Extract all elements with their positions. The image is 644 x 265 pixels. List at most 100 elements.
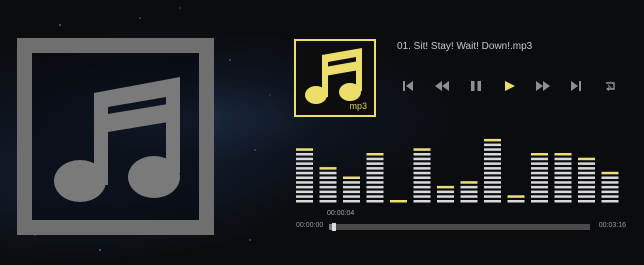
seek-track[interactable] <box>329 223 590 231</box>
eq-segment <box>484 195 501 198</box>
eq-segment <box>413 171 431 175</box>
eq-segment <box>554 190 572 194</box>
eq-segment <box>343 185 360 189</box>
eq-segment <box>296 181 313 184</box>
eq-segment <box>531 167 548 170</box>
eq-segment <box>319 195 337 198</box>
eq-segment <box>601 181 619 184</box>
eq-segment <box>578 185 595 189</box>
eq-segment <box>366 176 384 179</box>
eq-segment <box>319 176 337 179</box>
eq-segment <box>554 176 572 179</box>
eq-segment <box>460 195 478 198</box>
current-time-tooltip: 00:00:04 <box>327 210 355 217</box>
eq-segment <box>413 190 431 194</box>
eq-segment <box>319 200 337 203</box>
eq-segment <box>413 185 431 189</box>
eq-segment <box>413 176 431 179</box>
seek-handle[interactable] <box>332 223 336 231</box>
eq-segment <box>531 200 548 203</box>
eq-segment <box>366 171 384 175</box>
seek-bar: 00:00:00 00:03:16 <box>296 221 626 233</box>
eq-peak-marker <box>484 138 501 142</box>
eq-band <box>460 181 478 203</box>
eq-segment <box>296 176 313 179</box>
eq-segment <box>460 185 478 189</box>
eq-segment <box>319 181 337 184</box>
eq-segment <box>578 181 595 184</box>
eq-segment <box>413 153 431 156</box>
eq-peak-marker <box>343 176 360 179</box>
eq-segment <box>484 143 501 147</box>
eq-segment <box>484 185 501 189</box>
eq-segment <box>531 185 548 189</box>
eq-segment <box>554 157 572 161</box>
eq-segment <box>296 190 313 194</box>
total-time-label: 00:03:16 <box>598 222 626 229</box>
eq-segment <box>296 153 313 156</box>
eq-segment <box>484 162 501 165</box>
eq-segment <box>343 181 360 184</box>
eq-segment <box>484 157 501 161</box>
eq-segment <box>296 200 313 203</box>
eq-band <box>366 153 384 203</box>
eq-segment <box>578 176 595 179</box>
eq-segment <box>484 153 501 156</box>
eq-segment <box>554 171 572 175</box>
eq-segment <box>601 195 619 198</box>
eq-segment <box>484 148 501 151</box>
eq-segment <box>554 200 572 203</box>
eq-segment <box>578 171 595 175</box>
eq-segment <box>413 181 431 184</box>
eq-peak-marker <box>366 153 384 156</box>
eq-band <box>343 176 360 203</box>
eq-segment <box>554 167 572 170</box>
eq-segment <box>531 171 548 175</box>
eq-peak-marker <box>390 200 407 203</box>
eq-segment <box>366 167 384 170</box>
eq-segment <box>507 200 525 203</box>
eq-segment <box>413 167 431 170</box>
eq-segment <box>601 185 619 189</box>
eq-segment <box>601 200 619 203</box>
eq-peak-marker <box>296 148 313 151</box>
eq-segment <box>460 190 478 194</box>
eq-segment <box>343 195 360 198</box>
eq-segment <box>484 171 501 175</box>
eq-segment <box>437 200 454 203</box>
eq-segment <box>554 185 572 189</box>
eq-band <box>390 200 407 203</box>
eq-peak-marker <box>507 195 525 198</box>
eq-segment <box>413 200 431 203</box>
eq-segment <box>484 181 501 184</box>
eq-segment <box>366 200 384 203</box>
eq-segment <box>531 190 548 194</box>
eq-segment <box>484 200 501 203</box>
eq-segment <box>578 195 595 198</box>
eq-band <box>531 153 548 203</box>
eq-segment <box>578 200 595 203</box>
eq-segment <box>531 176 548 179</box>
eq-segment <box>366 162 384 165</box>
eq-segment <box>366 185 384 189</box>
eq-segment <box>296 171 313 175</box>
elapsed-time-label: 00:00:00 <box>296 222 324 229</box>
eq-band <box>319 167 337 203</box>
eq-segment <box>554 181 572 184</box>
eq-segment <box>343 190 360 194</box>
eq-segment <box>601 176 619 179</box>
eq-band <box>437 185 454 203</box>
eq-segment <box>319 185 337 189</box>
eq-segment <box>531 181 548 184</box>
eq-segment <box>319 171 337 175</box>
eq-peak-marker <box>460 181 478 184</box>
eq-segment <box>437 195 454 198</box>
eq-band <box>554 153 572 203</box>
eq-peak-marker <box>554 153 572 156</box>
eq-segment <box>296 157 313 161</box>
eq-peak-marker <box>437 185 454 189</box>
eq-band <box>578 157 595 203</box>
eq-peak-marker <box>531 153 548 156</box>
eq-segment <box>578 190 595 194</box>
eq-segment <box>484 176 501 179</box>
